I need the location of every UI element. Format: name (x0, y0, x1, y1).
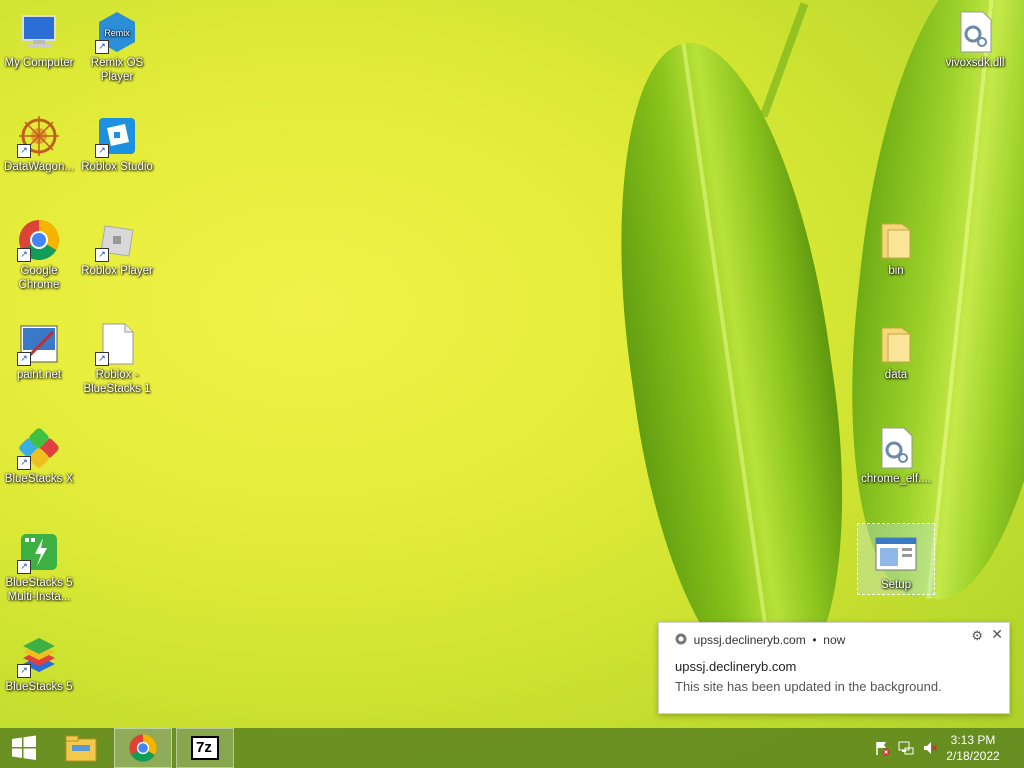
setup-window-icon (874, 532, 918, 576)
desktop-icon-chrome-elf[interactable]: chrome_elf.... (858, 418, 934, 508)
desktop-icon-roblox-player[interactable]: ↗ Roblox Player (79, 210, 155, 300)
network-icon[interactable] (898, 740, 914, 756)
chrome-small-icon (675, 633, 687, 645)
bluestacks-icon: ↗ (17, 634, 61, 678)
chrome-icon: ↗ (17, 218, 61, 262)
shortcut-arrow-icon: ↗ (17, 664, 31, 678)
action-center-flag-icon[interactable] (874, 740, 890, 756)
svg-text:Remix: Remix (104, 28, 130, 38)
remix-os-icon: Remix ↗ (95, 10, 139, 54)
icon-label: Remix OS Player (90, 57, 144, 83)
taskbar: 7z 3:13 PM 2/18/2022 (0, 728, 1024, 768)
roblox-studio-icon: ↗ (95, 114, 139, 158)
shortcut-arrow-icon: ↗ (95, 40, 109, 54)
blank-file-icon: ↗ (95, 322, 139, 366)
desktop-icon-setup[interactable]: Setup (857, 523, 935, 595)
desktop-icon-bluestacks-5-multi[interactable]: ↗ BlueStacks 5 Multi-Insta... (1, 522, 77, 612)
wallpaper-stem (759, 2, 809, 118)
icon-label: BlueStacks 5 (5, 681, 73, 693)
desktop-icon-google-chrome[interactable]: ↗ Google Chrome (1, 210, 77, 300)
notification-close-icon[interactable]: ✕ (991, 626, 1003, 643)
desktop-icon-paint-net[interactable]: ↗ paint.net (1, 314, 77, 404)
notification-settings-icon[interactable]: ⚙ (971, 628, 983, 644)
taskbar-clock[interactable]: 3:13 PM 2/18/2022 (938, 732, 1008, 764)
desktop-icon-datawagon[interactable]: ↗ DataWagon... (1, 106, 77, 196)
dll-file-icon (953, 10, 997, 54)
clock-time: 3:13 PM (950, 733, 996, 747)
folder-icon (874, 218, 918, 262)
notification-body: This site has been updated in the backgr… (675, 679, 942, 694)
taskbar-google-chrome[interactable] (114, 728, 172, 768)
shortcut-arrow-icon: ↗ (95, 248, 109, 262)
icon-label: BlueStacks X (4, 473, 74, 485)
icon-label: Roblox Studio (81, 161, 153, 173)
notification-source: upssj.declineryb.com (693, 633, 806, 647)
shortcut-arrow-icon: ↗ (17, 248, 31, 262)
icon-label: DataWagon... (4, 161, 74, 173)
desktop-icon-bin-folder[interactable]: bin (858, 210, 934, 300)
taskbar-file-explorer[interactable] (56, 728, 106, 768)
roblox-player-icon: ↗ (95, 218, 139, 262)
folder-icon (874, 322, 918, 366)
shortcut-arrow-icon: ↗ (17, 352, 31, 366)
seven-zip-label: 7z (196, 739, 212, 756)
icon-label: data (884, 369, 908, 381)
desktop-icon-roblox-studio[interactable]: ↗ Roblox Studio (79, 106, 155, 196)
shortcut-arrow-icon: ↗ (17, 560, 31, 574)
shortcut-arrow-icon: ↗ (95, 144, 109, 158)
desktop-icon-bluestacks-x[interactable]: ↗ BlueStacks X (1, 418, 77, 508)
bluestacks-x-icon: ↗ (17, 426, 61, 470)
icon-label: vivoxsdk.dll (945, 57, 1005, 69)
wallpaper-leaf-left (586, 29, 874, 691)
paint-net-icon: ↗ (17, 322, 61, 366)
desktop-icon-my-computer[interactable]: My Computer (1, 2, 77, 92)
icon-label: BlueStacks 5 Multi-Insta... (5, 577, 73, 603)
shortcut-arrow-icon: ↗ (17, 456, 31, 470)
icon-label: Setup (880, 579, 912, 591)
clock-date: 2/18/2022 (946, 749, 1000, 763)
icon-label: Roblox Player (81, 265, 153, 277)
datawagon-icon: ↗ (17, 114, 61, 158)
shortcut-arrow-icon: ↗ (17, 144, 31, 158)
computer-icon (17, 10, 61, 54)
dll-file-icon (874, 426, 918, 470)
desktop-icon-data-folder[interactable]: data (858, 314, 934, 404)
icon-label: chrome_elf.... (861, 473, 931, 485)
chrome-notification[interactable]: upssj.declineryb.com • now ⚙ ✕ upssj.dec… (658, 622, 1010, 714)
desktop-icon-remix-os[interactable]: Remix ↗ Remix OS Player (79, 2, 155, 92)
desktop-icon-bluestacks-5[interactable]: ↗ BlueStacks 5 (1, 626, 77, 716)
taskbar-7-zip[interactable]: 7z (176, 728, 234, 768)
windows-logo-icon (12, 735, 36, 760)
file-explorer-icon (65, 735, 97, 762)
desktop-icon-roblox-bluestacks[interactable]: ↗ Roblox - BlueStacks 1 (79, 314, 155, 404)
desktop-icon-vivoxsdk[interactable]: vivoxsdk.dll (937, 2, 1013, 92)
bluestacks-multi-icon: ↗ (17, 530, 61, 574)
icon-label: bin (888, 265, 904, 277)
icon-label: My Computer (4, 57, 74, 69)
chrome-icon (129, 734, 157, 762)
notification-title: upssj.declineryb.com (675, 659, 797, 674)
icon-label: Roblox - BlueStacks 1 (83, 369, 151, 395)
icon-label: Google Chrome (18, 265, 60, 291)
volume-muted-icon[interactable] (922, 740, 938, 756)
notification-time: now (823, 633, 846, 647)
seven-zip-icon: 7z (191, 736, 219, 760)
icon-label: paint.net (16, 369, 62, 381)
shortcut-arrow-icon: ↗ (95, 352, 109, 366)
notification-header: upssj.declineryb.com • now (675, 633, 845, 647)
start-button[interactable] (0, 728, 48, 768)
notification-separator: • (812, 633, 817, 647)
